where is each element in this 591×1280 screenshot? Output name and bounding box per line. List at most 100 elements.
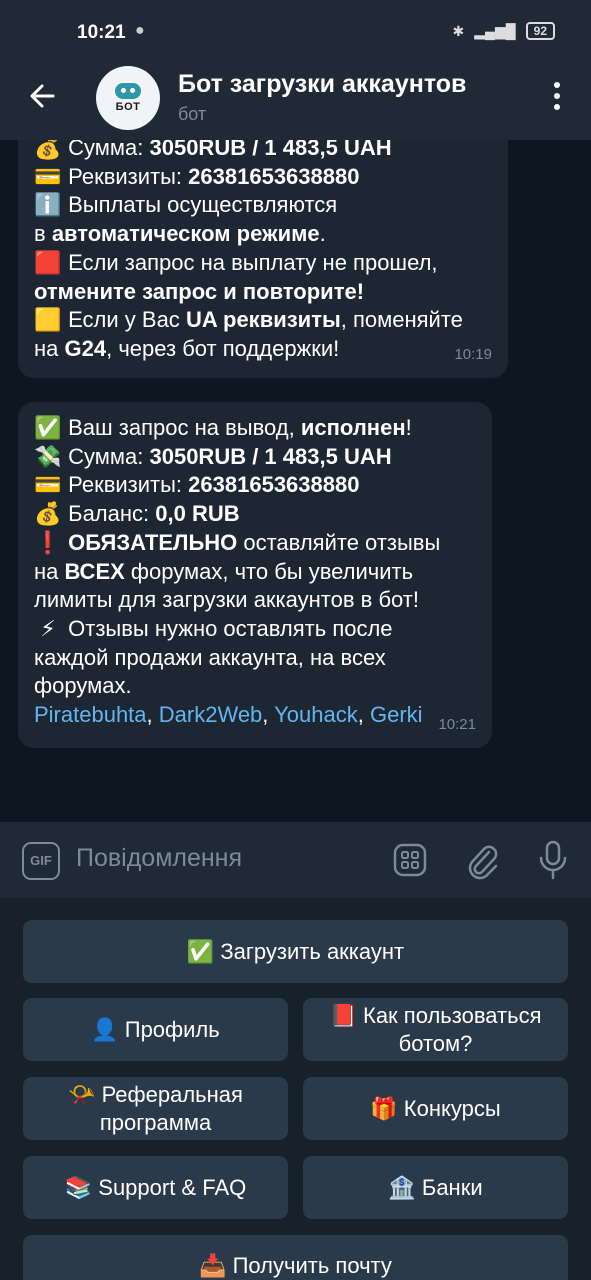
message-text-span: , bbox=[357, 702, 370, 728]
message-text-span: , поменяйте bbox=[340, 307, 463, 333]
chat-area[interactable]: 💰 Сумма: 3050RUB / 1 483,5 UAH 💳 Реквизит… bbox=[0, 140, 591, 822]
contests-button[interactable]: 🎁 Конкурсы bbox=[303, 1077, 568, 1140]
emoji-icon: 💳 bbox=[34, 472, 62, 498]
bot-keyboard-icon[interactable] bbox=[392, 842, 428, 878]
upload-account-label: ✅ Загрузить аккаунт bbox=[186, 938, 405, 964]
back-arrow-icon[interactable] bbox=[25, 78, 61, 114]
emoji-icon: ℹ️ bbox=[34, 192, 62, 218]
microphone-icon[interactable] bbox=[536, 838, 570, 882]
message-line: 💳 Реквизиты: 26381653638880 bbox=[34, 471, 476, 500]
message-line: на ВСЕХ форумах, что бы увеличить bbox=[34, 558, 476, 587]
message-text-span: в bbox=[34, 221, 52, 247]
message-line: ⚡ Отзывы нужно оставлять после bbox=[34, 615, 476, 644]
banks-button[interactable]: 🏦 Банки bbox=[303, 1156, 568, 1219]
message-text-span: Реквизиты: bbox=[68, 472, 189, 498]
how-to-use-button[interactable]: 📕 Как пользоваться ботом? bbox=[303, 998, 568, 1061]
message-line: 💰 Сумма: 3050RUB / 1 483,5 UAH bbox=[34, 140, 492, 163]
more-menu-icon[interactable] bbox=[551, 80, 563, 112]
message-text-span: Отзывы нужно оставлять после bbox=[68, 615, 393, 641]
status-icons: ✱ ▂▄▆█ 92 bbox=[453, 22, 555, 40]
message-text-span: ! bbox=[405, 415, 412, 440]
message-line: отмените запрос и повторите! bbox=[34, 278, 492, 307]
get-mail-button[interactable]: 📥 Получить почту bbox=[23, 1235, 568, 1280]
bluetooth-icon: ✱ bbox=[452, 22, 465, 39]
how-to-use-label: ботом? bbox=[398, 1030, 473, 1056]
message-text-span: UA реквизиты bbox=[185, 307, 341, 333]
chat-subtitle: бот bbox=[178, 104, 207, 124]
message-text-span: исполнен bbox=[300, 415, 406, 440]
support-faq-button[interactable]: 📚 Support & FAQ bbox=[23, 1156, 288, 1219]
status-time: 10:21 bbox=[77, 22, 126, 43]
message-text-span: , bbox=[146, 702, 159, 728]
chat-header: БОТ Бот загрузки аккаунтов бот bbox=[0, 64, 591, 140]
referral-program-button[interactable]: 📯 Реферальная программа bbox=[23, 1077, 288, 1140]
message-text-span: Если у Вас bbox=[68, 307, 186, 333]
emoji-icon: 💰 bbox=[34, 501, 62, 527]
message-text-span: 26381653638880 bbox=[188, 163, 360, 189]
message-time: 10:21 bbox=[438, 716, 476, 734]
message-text-span: Баланс: bbox=[68, 501, 156, 527]
message-line: в автоматическом режиме. bbox=[34, 220, 492, 249]
message-text-span: , bbox=[262, 702, 275, 728]
get-mail-label: 📥 Получить почту bbox=[199, 1253, 392, 1278]
message-text-span: . bbox=[319, 221, 326, 247]
message-text-span: G24 bbox=[64, 335, 107, 361]
message-line: 🟥 Если запрос на выплату не прошел, bbox=[34, 249, 492, 278]
message-bubble[interactable]: 💰 Сумма: 3050RUB / 1 483,5 UAH 💳 Реквизит… bbox=[18, 140, 508, 378]
message-text-span: , через бот поддержки! bbox=[106, 335, 340, 361]
gif-icon[interactable]: GIF bbox=[22, 842, 60, 880]
forum-link[interactable]: Piratebuhta bbox=[34, 702, 147, 727]
forum-link[interactable]: Dark2Web bbox=[159, 702, 263, 727]
message-text-span: 0,0 RUB bbox=[155, 501, 240, 527]
message-line: 💰 Баланс: 0,0 RUB bbox=[34, 500, 476, 529]
message-text-span: 26381653638880 bbox=[188, 472, 360, 498]
app-notification-icon: ● bbox=[135, 22, 145, 39]
message-bubble[interactable]: ✅ Ваш запрос на вывод, исполнен! 💸 Сумма:… bbox=[18, 402, 492, 748]
message-text-span: Ваш запрос на вывод, bbox=[68, 415, 301, 440]
support-faq-label: 📚 Support & FAQ bbox=[64, 1174, 247, 1200]
bot-avatar[interactable]: БОТ bbox=[96, 66, 160, 130]
emoji-icon: 🟨 bbox=[34, 307, 62, 333]
message-text-span: оставляйте отзывы bbox=[237, 529, 441, 555]
message-line: ℹ️ Выплаты осуществляются bbox=[34, 191, 492, 220]
message-text-span: Сумма: bbox=[68, 140, 150, 160]
signal-icon: ▂▄▆█ bbox=[474, 22, 516, 39]
message-text-span: Выплаты осуществляются bbox=[68, 192, 338, 218]
message-text-span: лимиты для загрузки аккаунтов в бот! bbox=[34, 587, 419, 613]
chat-title[interactable]: Бот загрузки аккаунтов bbox=[178, 70, 466, 99]
message-text: ✅ Ваш запрос на вывод, исполнен! 💸 Сумма:… bbox=[34, 414, 476, 730]
message-text-span: каждой продажи аккаунта, на всех bbox=[34, 644, 386, 670]
message-input[interactable]: Повідомлення bbox=[76, 844, 242, 873]
referral-label: программа bbox=[99, 1109, 212, 1135]
emoji-icon: 🟥 bbox=[34, 249, 62, 275]
forum-link[interactable]: Gerki bbox=[370, 702, 423, 727]
message-text-span: ОБЯЗАТЕЛЬНО bbox=[68, 529, 238, 555]
profile-label: 👤 Профиль bbox=[91, 1016, 220, 1042]
message-text-span: форумах, что бы увеличить bbox=[124, 558, 414, 584]
battery-icon: 92 bbox=[525, 22, 555, 40]
message-line: 🟨 Если у Вас UA реквизиты, поменяйте bbox=[34, 306, 492, 335]
message-text: 💰 Сумма: 3050RUB / 1 483,5 UAH 💳 Реквизит… bbox=[34, 140, 492, 364]
message-line: ✅ Ваш запрос на вывод, исполнен! bbox=[34, 414, 476, 443]
message-text-span: Сумма: bbox=[68, 443, 150, 469]
message-text-span: форумах. bbox=[34, 673, 132, 699]
message-text-span: на bbox=[34, 335, 65, 361]
message-line: 💳 Реквизиты: 26381653638880 bbox=[34, 163, 492, 192]
attach-icon[interactable] bbox=[464, 840, 500, 880]
status-bar: 10:21 ● ✱ ▂▄▆█ 92 bbox=[0, 0, 591, 64]
message-text-span: автоматическом режиме bbox=[51, 221, 320, 247]
message-text-span: ВСЕХ bbox=[64, 558, 125, 584]
message-line: лимиты для загрузки аккаунтов в бот! bbox=[34, 586, 476, 615]
how-to-use-label: 📕 Как пользоваться bbox=[329, 1002, 542, 1028]
message-line: форумах. bbox=[34, 672, 476, 701]
message-text-span: Реквизиты: bbox=[68, 163, 189, 189]
message-line: ❗ ОБЯЗАТЕЛЬНО оставляйте отзывы bbox=[34, 529, 476, 558]
message-text-span: на bbox=[34, 558, 65, 584]
profile-button[interactable]: 👤 Профиль bbox=[23, 998, 288, 1061]
message-line: Piratebuhta, Dark2Web, Youhack, Gerki bbox=[34, 701, 476, 730]
forum-link[interactable]: Youhack bbox=[274, 702, 358, 727]
message-text-span: отмените запрос и повторите! bbox=[34, 278, 365, 304]
message-line: каждой продажи аккаунта, на всех bbox=[34, 644, 476, 673]
message-line: 💸 Сумма: 3050RUB / 1 483,5 UAH bbox=[34, 443, 476, 472]
upload-account-button[interactable]: ✅ Загрузить аккаунт bbox=[23, 920, 568, 983]
